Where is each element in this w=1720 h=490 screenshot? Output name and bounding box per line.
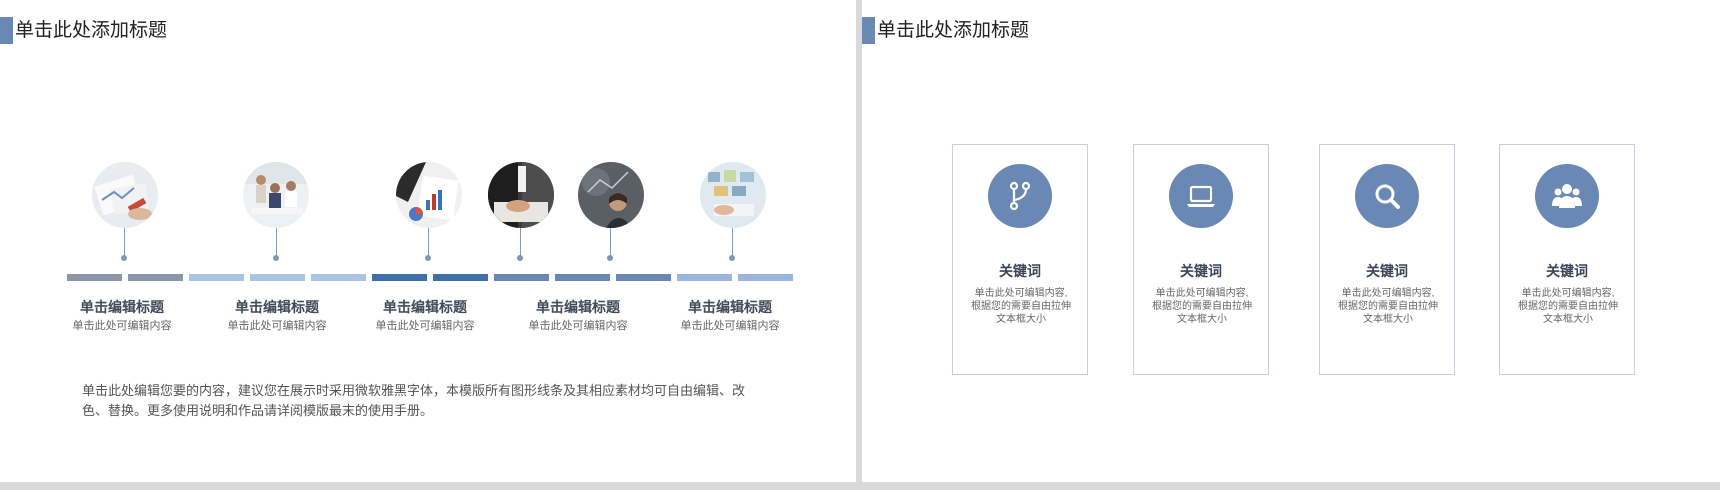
timeline-segment — [250, 274, 305, 281]
photo-charts-desk — [396, 162, 462, 228]
slide-keywords: 单击此处添加标题 关键词 单击此处可编辑内容,根据您的需要自由拉伸文本框大小 关… — [862, 0, 1720, 482]
timeline-stem — [276, 228, 277, 258]
icon-circle — [1169, 164, 1233, 228]
timeline-segment — [189, 274, 244, 281]
photo-handshake — [488, 162, 554, 228]
timeline-item-subtitle[interactable]: 单击此处可编辑内容 — [508, 317, 648, 333]
timeline-stem — [520, 228, 521, 258]
photo-documents — [92, 162, 158, 228]
keyword-card[interactable]: 关键词 单击此处可编辑内容,根据您的需要自由拉伸文本框大小 — [952, 144, 1088, 375]
photo-woman-thinking — [578, 162, 644, 228]
timeline-segment — [433, 274, 488, 281]
search-icon — [1375, 184, 1400, 209]
title-accent-bar — [862, 17, 875, 44]
icon-circle — [1535, 164, 1599, 228]
timeline-item-subtitle[interactable]: 单击此处可编辑内容 — [660, 317, 800, 333]
timeline-item-subtitle[interactable]: 单击此处可编辑内容 — [52, 317, 192, 333]
timeline-dot — [729, 255, 735, 261]
timeline-stem — [732, 228, 733, 258]
timeline-item-title[interactable]: 单击编辑标题 — [660, 297, 800, 317]
timeline-dot — [425, 255, 431, 261]
timeline-dot — [273, 255, 279, 261]
timeline-segment — [311, 274, 366, 281]
card-description[interactable]: 单击此处可编辑内容,根据您的需要自由拉伸文本框大小 — [1518, 287, 1618, 326]
timeline-item-title[interactable]: 单击编辑标题 — [508, 297, 648, 317]
timeline-stem — [428, 228, 429, 258]
photo-team-meeting — [243, 162, 309, 228]
timeline-dot — [517, 255, 523, 261]
keyword-card[interactable]: 关键词 单击此处可编辑内容,根据您的需要自由拉伸文本框大小 — [1133, 144, 1269, 375]
card-keyword[interactable]: 关键词 — [1320, 261, 1454, 281]
icon-circle — [988, 164, 1052, 228]
title-accent-bar — [0, 17, 13, 44]
keyword-card[interactable]: 关键词 单击此处可编辑内容,根据您的需要自由拉伸文本框大小 — [1319, 144, 1455, 375]
timeline-segment — [738, 274, 793, 281]
slide-title[interactable]: 单击此处添加标题 — [15, 17, 167, 44]
timeline-segment — [372, 274, 427, 281]
icon-circle — [1355, 164, 1419, 228]
laptop-icon — [1187, 185, 1215, 207]
photo-laptop-workspace — [700, 162, 766, 228]
body-paragraph[interactable]: 单击此处编辑您要的内容，建议您在展示时采用微软雅黑字体，本模版所有图形线条及其相… — [82, 381, 762, 421]
keyword-card[interactable]: 关键词 单击此处可编辑内容,根据您的需要自由拉伸文本框大小 — [1499, 144, 1635, 375]
timeline-item-title[interactable]: 单击编辑标题 — [355, 297, 495, 317]
timeline-segment — [67, 274, 122, 281]
card-description[interactable]: 单击此处可编辑内容,根据您的需要自由拉伸文本框大小 — [1152, 287, 1252, 326]
timeline-item-subtitle[interactable]: 单击此处可编辑内容 — [355, 317, 495, 333]
timeline-segment — [128, 274, 183, 281]
card-description[interactable]: 单击此处可编辑内容,根据您的需要自由拉伸文本框大小 — [1338, 287, 1438, 326]
timeline-dot — [607, 255, 613, 261]
timeline-segment — [677, 274, 732, 281]
timeline-dot — [121, 255, 127, 261]
branch-icon — [1009, 181, 1031, 211]
timeline-segment — [555, 274, 610, 281]
slide-timeline: 单击此处添加标题 单击编辑标题 单击此处可编辑内容 单击编辑标题 单击此处可编辑… — [0, 0, 856, 482]
timeline-segment — [616, 274, 671, 281]
slide-title[interactable]: 单击此处添加标题 — [877, 17, 1029, 44]
timeline-stem — [124, 228, 125, 258]
timeline-item-title[interactable]: 单击编辑标题 — [52, 297, 192, 317]
card-description[interactable]: 单击此处可编辑内容,根据您的需要自由拉伸文本框大小 — [971, 287, 1071, 326]
timeline-segment — [494, 274, 549, 281]
timeline-item-subtitle[interactable]: 单击此处可编辑内容 — [207, 317, 347, 333]
timeline-item-title[interactable]: 单击编辑标题 — [207, 297, 347, 317]
card-keyword[interactable]: 关键词 — [953, 261, 1087, 281]
timeline-stem — [610, 228, 611, 258]
card-keyword[interactable]: 关键词 — [1134, 261, 1268, 281]
card-keyword[interactable]: 关键词 — [1500, 261, 1634, 281]
users-icon — [1552, 184, 1582, 208]
